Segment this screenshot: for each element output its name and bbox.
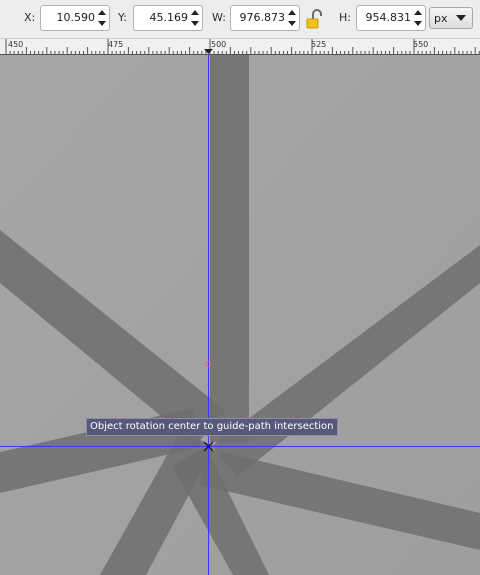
star-stroke-vertical	[210, 55, 249, 442]
ruler-label: 450	[8, 40, 24, 49]
h-input[interactable]	[357, 6, 411, 30]
x-spinbox[interactable]	[40, 5, 110, 31]
x-input[interactable]	[41, 6, 95, 30]
decrement-arrow-icon[interactable]	[191, 21, 199, 26]
ruler-label: 500	[211, 40, 227, 49]
horizontal-ruler[interactable]: 450 475 500 525 550	[0, 39, 480, 55]
decrement-arrow-icon[interactable]	[288, 21, 296, 26]
snap-tooltip: Object rotation center to guide-path int…	[86, 418, 338, 436]
h-label: H:	[339, 11, 351, 24]
w-stepper[interactable]	[285, 6, 299, 30]
unit-dropdown[interactable]: px	[429, 7, 473, 29]
ruler-position-marker	[204, 49, 213, 54]
drawing-canvas[interactable]: Object rotation center to guide-path int…	[0, 55, 480, 575]
ruler-label: 475	[108, 40, 124, 49]
ruler-label: 550	[413, 40, 429, 49]
w-input[interactable]	[231, 6, 285, 30]
x-label: X:	[24, 11, 36, 24]
y-label: Y:	[118, 11, 127, 24]
w-spinbox[interactable]	[230, 5, 300, 31]
increment-arrow-icon[interactable]	[288, 10, 296, 15]
lock-button[interactable]	[304, 8, 324, 30]
ruler-label: 525	[311, 40, 327, 49]
unlocked-padlock-icon	[306, 9, 322, 29]
tool-controls-bar: X: Y: W: H:	[0, 0, 480, 39]
canvas-drawing	[0, 55, 480, 575]
h-stepper[interactable]	[411, 6, 425, 30]
w-label: W:	[212, 11, 226, 24]
unit-value: px	[434, 12, 448, 25]
y-stepper[interactable]	[188, 6, 202, 30]
increment-arrow-icon[interactable]	[414, 10, 422, 15]
y-spinbox[interactable]	[133, 5, 203, 31]
x-stepper[interactable]	[95, 6, 109, 30]
chevron-down-icon	[456, 15, 466, 21]
decrement-arrow-icon[interactable]	[414, 21, 422, 26]
decrement-arrow-icon[interactable]	[98, 21, 106, 26]
y-input[interactable]	[134, 6, 188, 30]
increment-arrow-icon[interactable]	[98, 10, 106, 15]
increment-arrow-icon[interactable]	[191, 10, 199, 15]
ruler-ticks	[5, 39, 480, 55]
h-spinbox[interactable]	[356, 5, 426, 31]
